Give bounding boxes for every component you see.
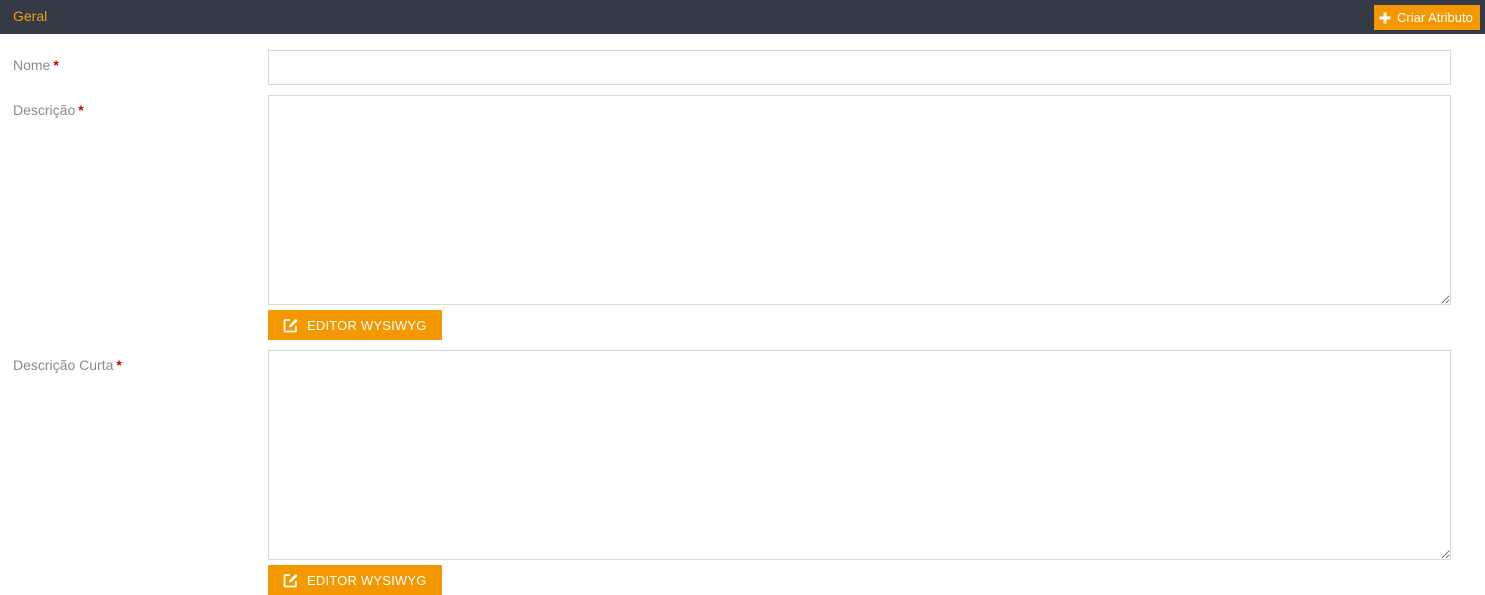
section-header: Geral Criar Atributo bbox=[0, 0, 1485, 34]
descricao-curta-textarea[interactable] bbox=[268, 350, 1451, 560]
descricao-textarea[interactable] bbox=[268, 95, 1451, 305]
descricao-label: Descrição * bbox=[13, 102, 84, 118]
nome-label: Nome * bbox=[13, 57, 59, 73]
required-marker: * bbox=[78, 102, 84, 118]
section-title: Geral bbox=[13, 8, 48, 24]
descricao-curta-label-text: Descrição Curta bbox=[13, 357, 114, 373]
edit-icon bbox=[283, 317, 299, 333]
required-marker: * bbox=[116, 357, 122, 373]
create-attribute-label: Criar Atributo bbox=[1397, 10, 1473, 25]
descricao-wysiwyg-button[interactable]: EDITOR WYSIWYG bbox=[268, 310, 442, 340]
required-marker: * bbox=[53, 57, 59, 73]
edit-icon bbox=[283, 572, 299, 588]
nome-input[interactable] bbox=[268, 50, 1451, 85]
descricao-curta-wysiwyg-label: EDITOR WYSIWYG bbox=[307, 572, 427, 588]
nome-label-text: Nome bbox=[13, 57, 51, 73]
create-attribute-button[interactable]: Criar Atributo bbox=[1374, 5, 1480, 30]
descricao-wysiwyg-label: EDITOR WYSIWYG bbox=[307, 317, 427, 333]
descricao-curta-label: Descrição Curta * bbox=[13, 357, 122, 373]
descricao-label-text: Descrição bbox=[13, 102, 76, 118]
plus-icon bbox=[1379, 12, 1391, 24]
descricao-curta-wysiwyg-button[interactable]: EDITOR WYSIWYG bbox=[268, 565, 442, 595]
